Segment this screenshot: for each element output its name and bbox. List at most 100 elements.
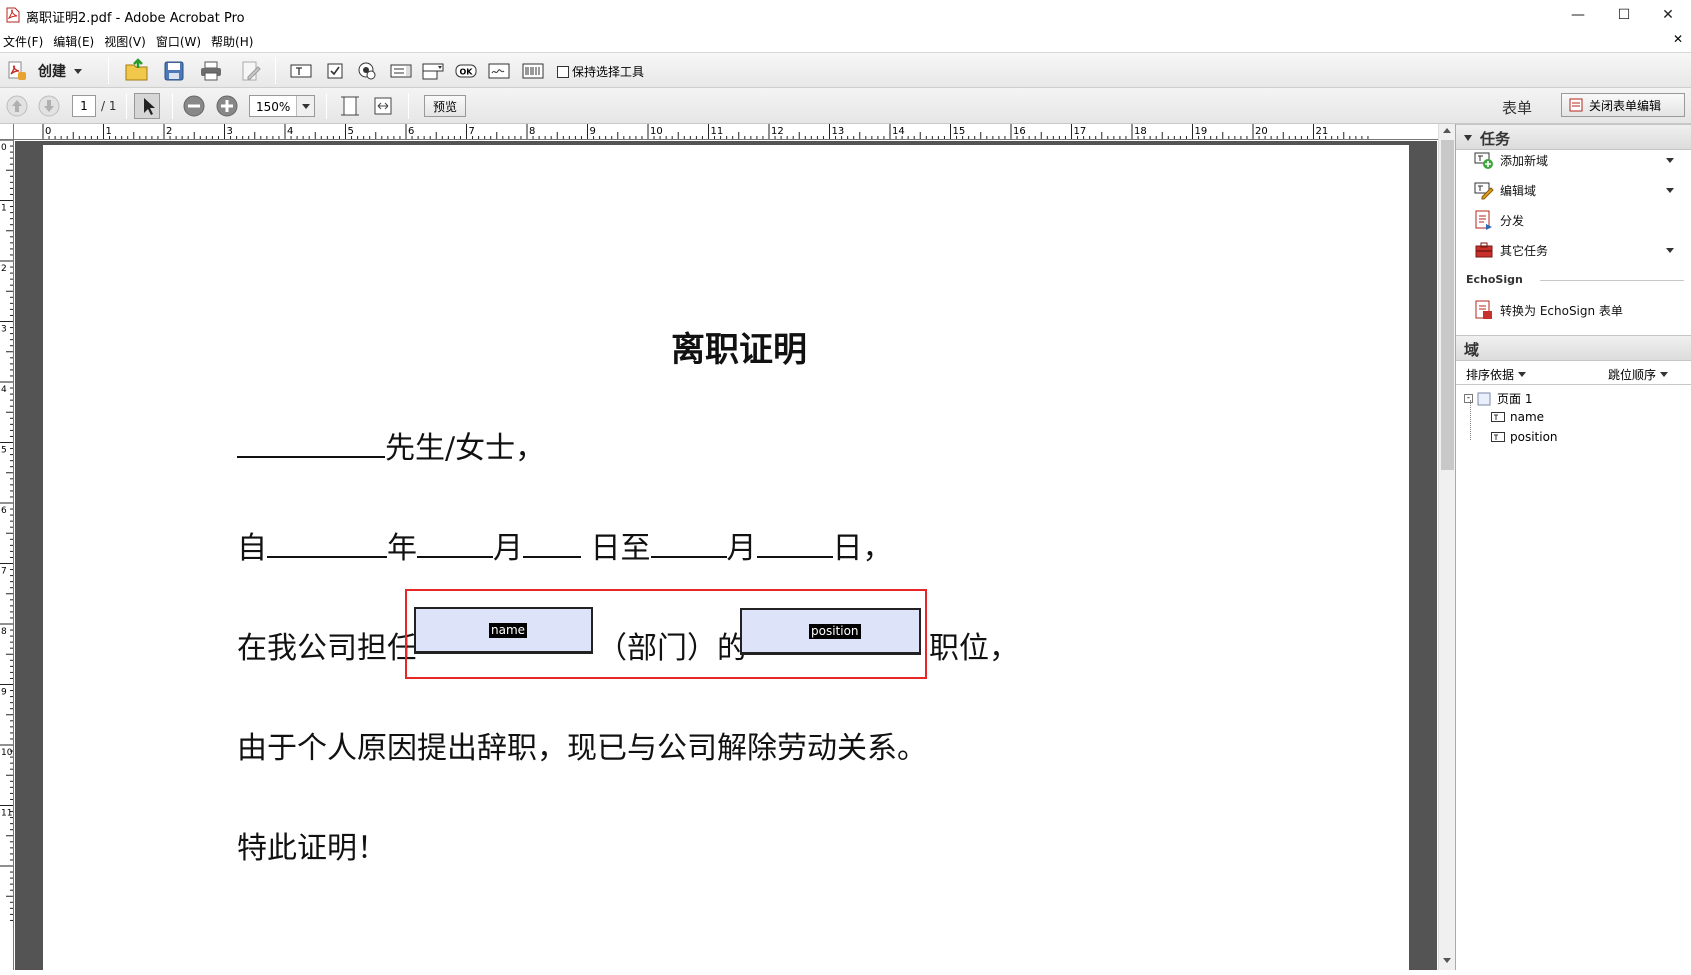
ruler-label: 9 xyxy=(590,126,596,137)
tree-collapse-icon[interactable]: - xyxy=(1464,394,1473,403)
chevron-down-icon xyxy=(1660,372,1669,377)
sort-by-dropdown[interactable]: 排序依据 xyxy=(1466,366,1527,383)
maximize-button[interactable]: ☐ xyxy=(1601,0,1647,30)
save-icon[interactable] xyxy=(163,61,185,81)
document-title: 离职证明 xyxy=(671,330,807,370)
tab-order-dropdown[interactable]: 跳位顺序 xyxy=(1608,366,1669,383)
ruler-label: 20 xyxy=(1255,126,1268,137)
task-distribute[interactable]: 分发 xyxy=(1474,208,1684,232)
pdf-page[interactable]: 离职证明 先生/女士， 自年月 日至月日， 在我公司担任 （部门）的 职位， nam… xyxy=(43,145,1409,975)
ruler-label: 8 xyxy=(1,627,7,637)
menu-file[interactable]: 文件(F) xyxy=(0,33,50,50)
tree-node-page-1[interactable]: - 页面 1 xyxy=(1464,390,1532,407)
blank-year xyxy=(267,528,387,558)
barcode-tool-icon[interactable] xyxy=(522,61,544,81)
chevron-down-icon xyxy=(1518,372,1527,377)
ruler-label: 0 xyxy=(1,143,7,153)
chevron-down-icon xyxy=(1666,188,1674,193)
keep-tool-checkbox[interactable]: 保持选择工具 xyxy=(557,63,644,80)
next-page-icon[interactable] xyxy=(38,95,60,117)
fields-panel-header[interactable]: 域 xyxy=(1456,335,1691,361)
menu-edit[interactable]: 编辑(E) xyxy=(50,33,101,50)
zoom-level-select[interactable]: 150% xyxy=(249,95,315,117)
zoom-out-icon[interactable] xyxy=(183,95,205,117)
print-icon[interactable] xyxy=(200,61,222,81)
toolbar-divider xyxy=(408,93,409,119)
open-folder-icon[interactable] xyxy=(124,57,150,83)
signature-tool-icon[interactable] xyxy=(488,61,510,81)
list-box-tool-icon[interactable] xyxy=(390,61,412,81)
previous-page-icon[interactable] xyxy=(6,95,28,117)
tree-node-field-name[interactable]: name xyxy=(1491,410,1544,424)
page-total: / 1 xyxy=(101,99,117,113)
form-field-name[interactable]: name xyxy=(414,607,593,654)
task-convert-echosign[interactable]: 转换为 EchoSign 表单 xyxy=(1474,298,1684,322)
text-field-tool-icon[interactable] xyxy=(290,61,312,81)
radio-button-tool-icon[interactable] xyxy=(356,61,378,81)
ruler-label: 0 xyxy=(45,126,51,137)
task-add-new-field[interactable]: 添加新域 xyxy=(1474,148,1684,172)
fit-width-icon[interactable] xyxy=(372,95,394,117)
navigation-toolbar: 1 / 1 150% 预览 表单 关闭表单编辑 xyxy=(0,88,1691,124)
blank-day xyxy=(523,528,581,558)
tasks-header-label: 任务 xyxy=(1480,130,1511,148)
scrollbar-thumb[interactable] xyxy=(1441,140,1454,470)
edit-fields-icon xyxy=(1474,182,1494,200)
ruler-label: 16 xyxy=(1013,126,1026,137)
section-divider xyxy=(1540,280,1684,281)
document-viewport[interactable]: 离职证明 先生/女士， 自年月 日至月日， 在我公司担任 （部门）的 职位， nam… xyxy=(15,141,1437,975)
edit-document-icon[interactable] xyxy=(240,61,262,81)
ruler-label: 2 xyxy=(166,126,172,137)
scroll-up-icon[interactable] xyxy=(1443,128,1451,133)
ruler-label: 6 xyxy=(408,126,414,137)
ruler-label: 9 xyxy=(1,688,7,698)
toolbar-divider xyxy=(326,93,327,119)
create-pdf-icon xyxy=(8,61,26,80)
blank-end-day xyxy=(756,528,833,558)
menu-help[interactable]: 帮助(H) xyxy=(208,33,260,50)
ruler-label: 5 xyxy=(1,446,7,456)
page-number-input[interactable]: 1 xyxy=(72,95,96,117)
close-form-editing-button[interactable]: 关闭表单编辑 xyxy=(1561,93,1685,117)
ruler-label: 5 xyxy=(348,126,354,137)
menu-view[interactable]: 视图(V) xyxy=(101,33,153,50)
preview-button[interactable]: 预览 xyxy=(424,95,466,117)
checkbox-tool-icon[interactable] xyxy=(324,61,346,81)
ruler-label: 14 xyxy=(892,126,905,137)
vertical-scrollbar[interactable] xyxy=(1438,124,1455,970)
form-field-position[interactable]: position xyxy=(740,608,921,655)
dropdown-tool-icon[interactable] xyxy=(422,61,444,81)
toolbar-divider xyxy=(275,58,276,84)
scroll-down-icon[interactable] xyxy=(1443,958,1451,963)
ruler-label: 12 xyxy=(771,126,784,137)
minimize-button[interactable]: — xyxy=(1555,0,1601,30)
chevron-down-icon xyxy=(302,104,310,109)
menu-window[interactable]: 窗口(W) xyxy=(153,33,208,50)
select-tool-button[interactable] xyxy=(134,93,160,119)
ruler-label: 1 xyxy=(106,126,112,137)
ruler-label: 4 xyxy=(287,126,293,137)
ruler-label: 6 xyxy=(1,506,7,516)
zoom-level-value: 150% xyxy=(256,100,291,114)
zoom-dropdown-button[interactable] xyxy=(296,96,314,116)
close-document-button[interactable]: ✕ xyxy=(1673,32,1683,46)
button-tool-icon[interactable]: OK xyxy=(455,61,477,81)
ruler-label: 10 xyxy=(650,126,663,137)
title-bar: 离职证明2.pdf - Adobe Acrobat Pro — ☐ ✕ xyxy=(0,0,1691,30)
menu-bar: 文件(F) 编辑(E) 视图(V) 窗口(W) 帮助(H) ✕ xyxy=(0,30,1691,52)
toolbar-divider xyxy=(172,93,173,119)
doc-line-resignation: 由于个人原因提出辞职，现已与公司解除劳动关系。 xyxy=(237,731,927,766)
close-window-button[interactable]: ✕ xyxy=(1645,0,1691,30)
vertical-ruler-ticks: 0 1 2 3 4 5 6 7 8 9 10 11 xyxy=(0,140,13,921)
ruler-label: 4 xyxy=(1,385,7,395)
ruler-label: 18 xyxy=(1134,126,1147,137)
tree-node-field-position[interactable]: position xyxy=(1491,430,1558,444)
ruler-label: 11 xyxy=(1,809,12,819)
task-edit-fields[interactable]: 编辑域 xyxy=(1474,178,1684,202)
tasks-panel-header[interactable]: 任务 xyxy=(1456,124,1691,150)
fit-page-icon[interactable] xyxy=(339,95,361,117)
doc-line-salutation: 先生/女士， xyxy=(237,423,545,467)
zoom-in-icon[interactable] xyxy=(216,95,238,117)
create-button[interactable]: 创建 xyxy=(6,59,82,83)
task-other-tasks[interactable]: 其它任务 xyxy=(1474,238,1684,262)
